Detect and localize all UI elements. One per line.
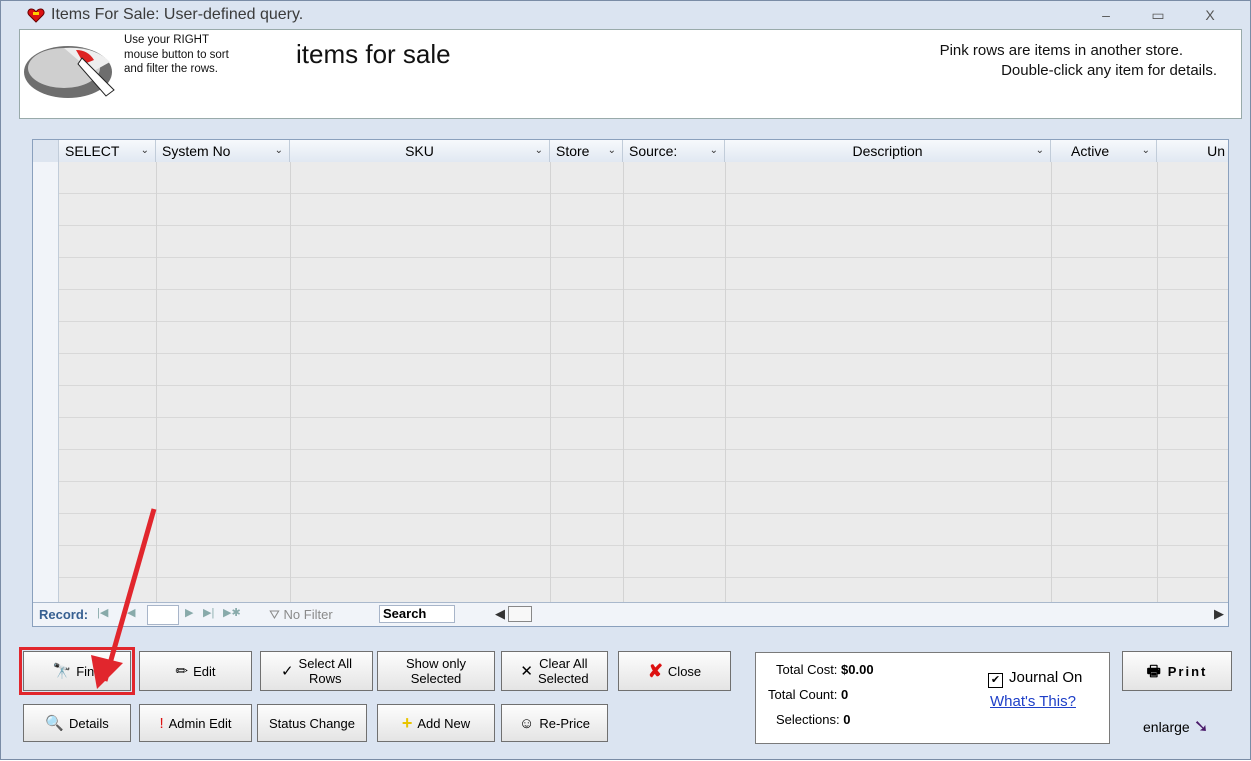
smiley-icon: ☺ <box>519 714 535 732</box>
grid-rows[interactable] <box>59 162 1228 602</box>
printer-icon: 🖶 <box>1146 662 1163 680</box>
mouse-icon <box>24 46 115 98</box>
status-change-button[interactable]: Status Change <box>257 704 367 742</box>
next-record-icon[interactable]: ▶ <box>185 606 193 619</box>
exclamation-icon: ! <box>159 714 164 732</box>
show-only-selected-button[interactable]: Show only Selected <box>377 651 495 691</box>
scroll-right-icon[interactable]: ▶ <box>1214 606 1224 622</box>
first-record-icon[interactable]: |◀ <box>97 606 108 619</box>
close-window-button[interactable]: X <box>1190 3 1230 27</box>
hint-line: Use your RIGHT <box>124 34 209 46</box>
grid-header: SELECT ⌄ System No ⌄ SKU ⌄ Store ⌄ Source: ⌄ … <box>33 140 1228 163</box>
mouse-hint: Use your RIGHT mouse button to sort and … <box>124 33 229 77</box>
hint-line: mouse button to sort <box>124 48 229 61</box>
page-title: items for sale <box>296 39 451 69</box>
column-divider <box>623 162 624 602</box>
column-divider <box>156 162 157 602</box>
total-count: Total Count: 0 <box>768 687 849 702</box>
red-x-icon: ✘ <box>647 660 663 681</box>
details-button[interactable]: 🔍 Details <box>23 704 131 742</box>
select-all-corner[interactable] <box>33 140 59 162</box>
search-input[interactable]: Search <box>379 605 455 623</box>
column-divider <box>550 162 551 602</box>
col-select[interactable]: SELECT ⌄ <box>59 140 156 162</box>
column-divider <box>1157 162 1158 602</box>
new-record-icon[interactable]: ▶✱ <box>223 606 241 619</box>
total-cost: Total Cost: $0.00 <box>776 662 874 677</box>
record-navigator: Record: |◀ ◀ ▶ ▶| ▶✱ ⛛ No Filter Search … <box>33 602 1228 626</box>
x-icon: ✕ <box>520 662 533 680</box>
filter-icon: ⛛ <box>269 607 284 622</box>
header-panel: Use your RIGHT mouse button to sort and … <box>19 29 1242 119</box>
header-note: Pink rows are items in another store. Do… <box>939 41 1217 81</box>
column-divider <box>1051 162 1052 602</box>
hint-line: and filter the rows. <box>124 63 218 75</box>
col-store[interactable]: Store ⌄ <box>550 140 623 162</box>
admin-edit-button[interactable]: ! Admin Edit <box>139 704 252 742</box>
clear-all-selected-button[interactable]: ✕ Clear All Selected <box>501 651 608 691</box>
check-icon: ✓ <box>280 662 294 680</box>
binoculars-icon: 🔭 <box>52 662 72 680</box>
maximize-button[interactable]: ▭ <box>1138 3 1178 27</box>
col-source[interactable]: Source: ⌄ <box>623 140 725 162</box>
record-label: Record: <box>39 607 89 622</box>
col-system-no[interactable]: System No ⌄ <box>156 140 290 162</box>
selections: Selections: 0 <box>776 712 851 727</box>
select-all-rows-button[interactable]: ✓ Select All Rows <box>260 651 373 691</box>
horizontal-scroll-thumb[interactable] <box>508 606 532 622</box>
no-filter-button[interactable]: ⛛ No Filter <box>269 607 333 623</box>
minimize-button[interactable]: – <box>1086 3 1126 27</box>
close-button[interactable]: ✘ Close <box>618 651 731 691</box>
window-title: Items For Sale: User-defined query. <box>51 6 304 23</box>
journal-toggle[interactable]: ✔ Journal On <box>988 669 1082 688</box>
col-active[interactable]: Active ⌄ <box>1051 140 1157 162</box>
note-line: Double-click any item for details. <box>1001 62 1217 79</box>
row-selector-column[interactable] <box>33 162 59 602</box>
enlarge-link[interactable]: enlarge ➘ <box>1143 716 1209 737</box>
whats-this-link[interactable]: What's This? <box>990 693 1076 710</box>
pencil-icon: ✏ <box>175 662 189 680</box>
record-number-input[interactable] <box>147 605 179 625</box>
scroll-left-icon[interactable]: ◀ <box>495 606 505 622</box>
app-window: Items For Sale: User-defined query. – ▭ … <box>0 0 1251 760</box>
heart-app-icon <box>27 8 45 23</box>
reprice-button[interactable]: ☺ Re-Price <box>501 704 608 742</box>
note-line: Pink rows are items in another store. <box>939 42 1183 59</box>
diagonal-arrow-icon: ➘ <box>1193 716 1209 736</box>
find-button[interactable]: 🔭 Find <box>19 647 135 695</box>
last-record-icon[interactable]: ▶| <box>203 606 214 619</box>
add-new-button[interactable]: + Add New <box>377 704 495 742</box>
prev-record-icon[interactable]: ◀ <box>127 606 135 619</box>
magnifier-icon: 🔍 <box>45 714 64 732</box>
plus-icon: + <box>401 712 413 733</box>
items-grid[interactable]: SELECT ⌄ System No ⌄ SKU ⌄ Store ⌄ Source: ⌄ … <box>32 139 1229 627</box>
print-button[interactable]: 🖶 Print <box>1122 651 1232 691</box>
totals-panel: Total Cost: $0.00 Total Count: 0 Selecti… <box>755 652 1110 744</box>
col-description[interactable]: Description ⌄ <box>725 140 1051 162</box>
col-unit[interactable]: Un <box>1157 140 1228 162</box>
journal-checkbox[interactable]: ✔ <box>988 673 1003 688</box>
column-divider <box>725 162 726 602</box>
column-divider <box>290 162 291 602</box>
col-sku[interactable]: SKU ⌄ <box>290 140 550 162</box>
title-bar: Items For Sale: User-defined query. – ▭ … <box>1 1 1250 29</box>
edit-button[interactable]: ✏ Edit <box>139 651 252 691</box>
